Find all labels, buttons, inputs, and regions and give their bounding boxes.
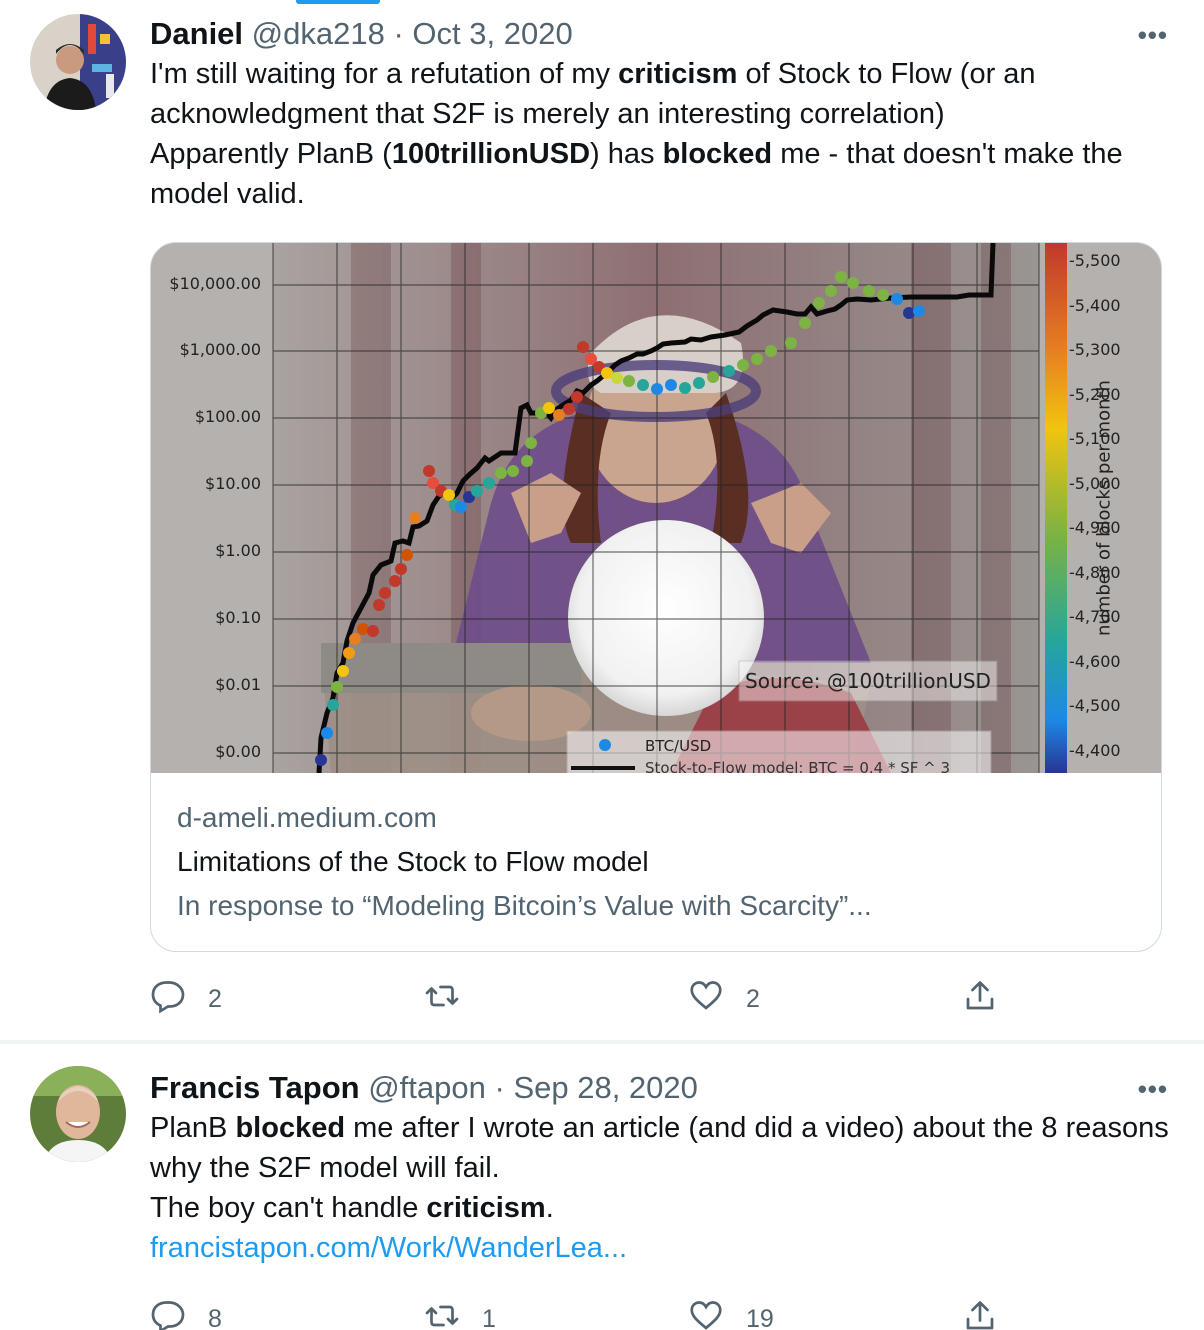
reply-button[interactable]: 2 (150, 978, 222, 1021)
text-segment: PlanB (150, 1112, 236, 1144)
y-tick-label: $100.00 (194, 407, 261, 426)
y-tick-label: $10.00 (205, 474, 261, 493)
reply-icon (150, 1298, 186, 1330)
text-segment: ) has (590, 138, 663, 170)
highlighted-keyword: 100trillionUSD (391, 138, 591, 170)
tweet-text: PlanB blocked me after I wrote an articl… (150, 1108, 1170, 1268)
y-tick-label: $1.00 (215, 541, 261, 560)
more-options-icon[interactable]: ••• (1138, 1074, 1168, 1105)
heart-icon (688, 978, 724, 1021)
y-tick-label: $10,000.00 (169, 274, 261, 293)
legend-btc: BTC/USD (645, 737, 711, 755)
avatar[interactable] (30, 14, 126, 110)
tweet-date[interactable]: Oct 3, 2020 (412, 16, 572, 51)
author-name[interactable]: Francis Tapon (150, 1070, 360, 1105)
colorbar-tick-label: -5,500 (1069, 251, 1121, 270)
colorbar-tick-label: -4,600 (1069, 651, 1121, 671)
share-button[interactable] (962, 1298, 998, 1330)
y-tick-label: $0.10 (215, 608, 261, 627)
colorbar-tick-label: -4,500 (1069, 696, 1121, 716)
text-segment: I'm still waiting for a refutation of my (150, 58, 619, 90)
tweet-text: I'm still waiting for a refutation of my… (150, 54, 1170, 214)
reply-count: 8 (208, 1305, 222, 1330)
colorbar-tick-label: -5,300 (1069, 340, 1121, 360)
author-handle[interactable]: @ftapon (368, 1070, 486, 1105)
colorbar-tick-label: -5,400 (1069, 295, 1121, 315)
tweet[interactable]: Daniel @dka218 · Oct 3, 2020 I'm still w… (0, 0, 1204, 1040)
legend-s2f: Stock-to-Flow model: BTC = 0.4 * SF ^ 3 (645, 759, 950, 773)
tweet-header: Francis Tapon @ftapon · Sep 28, 2020 (150, 1068, 1170, 1108)
link-card[interactable]: Source: @100trillionUSD BTC/USD Stock-to… (150, 242, 1162, 952)
author-handle[interactable]: @dka218 (252, 16, 385, 51)
reply-icon (150, 978, 186, 1021)
tweet-header: Daniel @dka218 · Oct 3, 2020 (150, 14, 1170, 54)
colorbar-label: number of blocks per month (1093, 380, 1115, 636)
avatar[interactable] (30, 1066, 126, 1162)
tweet-actions: 2 2 (150, 978, 1150, 1018)
author-name[interactable]: Daniel (150, 16, 243, 51)
colorbar (1045, 243, 1067, 773)
separator-dot: · (494, 1070, 505, 1105)
reply-button[interactable]: 8 (150, 1298, 222, 1330)
reply-count: 2 (208, 985, 222, 1013)
tweet-actions: 8 1 19 (150, 1298, 1150, 1330)
card-title: Limitations of the Stock to Flow model (177, 846, 649, 877)
share-icon (962, 978, 998, 1021)
text-segment: The boy can't handle (150, 1192, 427, 1224)
tweet-link[interactable]: francistapon.com/Work/WanderLea... (150, 1232, 627, 1264)
tweet-date[interactable]: Sep 28, 2020 (513, 1070, 697, 1105)
y-tick-label: $0.01 (215, 675, 261, 694)
highlighted-keyword: criticism (618, 58, 738, 90)
share-icon (962, 1298, 998, 1330)
like-count: 2 (746, 985, 760, 1013)
tweet[interactable]: Francis Tapon @ftapon · Sep 28, 2020 Pla… (0, 1044, 1204, 1330)
retweet-count: 1 (482, 1305, 496, 1330)
highlighted-keyword: blocked (662, 138, 773, 170)
heart-icon (688, 1298, 724, 1330)
retweet-button[interactable]: 1 (424, 1298, 496, 1330)
y-tick-label: $1,000.00 (179, 340, 261, 359)
source-annotation: Source: @100trillionUSD (745, 669, 991, 693)
retweet-button[interactable] (424, 978, 482, 1021)
retweet-icon (424, 978, 460, 1021)
y-tick-label: $0.00 (215, 742, 261, 761)
more-options-icon[interactable]: ••• (1138, 20, 1168, 51)
card-domain: d-ameli.medium.com (177, 802, 437, 833)
highlighted-keyword: criticism (426, 1192, 546, 1224)
like-button[interactable]: 2 (688, 978, 760, 1021)
text-segment: . (545, 1192, 554, 1224)
like-count: 19 (746, 1305, 774, 1330)
retweet-icon (424, 1298, 460, 1330)
chart-image: Source: @100trillionUSD BTC/USD Stock-to… (151, 243, 1161, 792)
separator-dot: · (393, 16, 404, 51)
highlighted-keyword: blocked (235, 1112, 346, 1144)
card-meta: d-ameli.medium.com Limitations of the St… (177, 798, 1137, 928)
share-button[interactable] (962, 978, 998, 1021)
text-segment: Apparently PlanB ( (150, 138, 392, 170)
colorbar-tick-label: -4,400 (1069, 741, 1121, 760)
card-description: In response to “Modeling Bitcoin’s Value… (177, 890, 872, 921)
card-image: Source: @100trillionUSD BTC/USD Stock-to… (151, 243, 1161, 792)
like-button[interactable]: 19 (688, 1298, 774, 1330)
